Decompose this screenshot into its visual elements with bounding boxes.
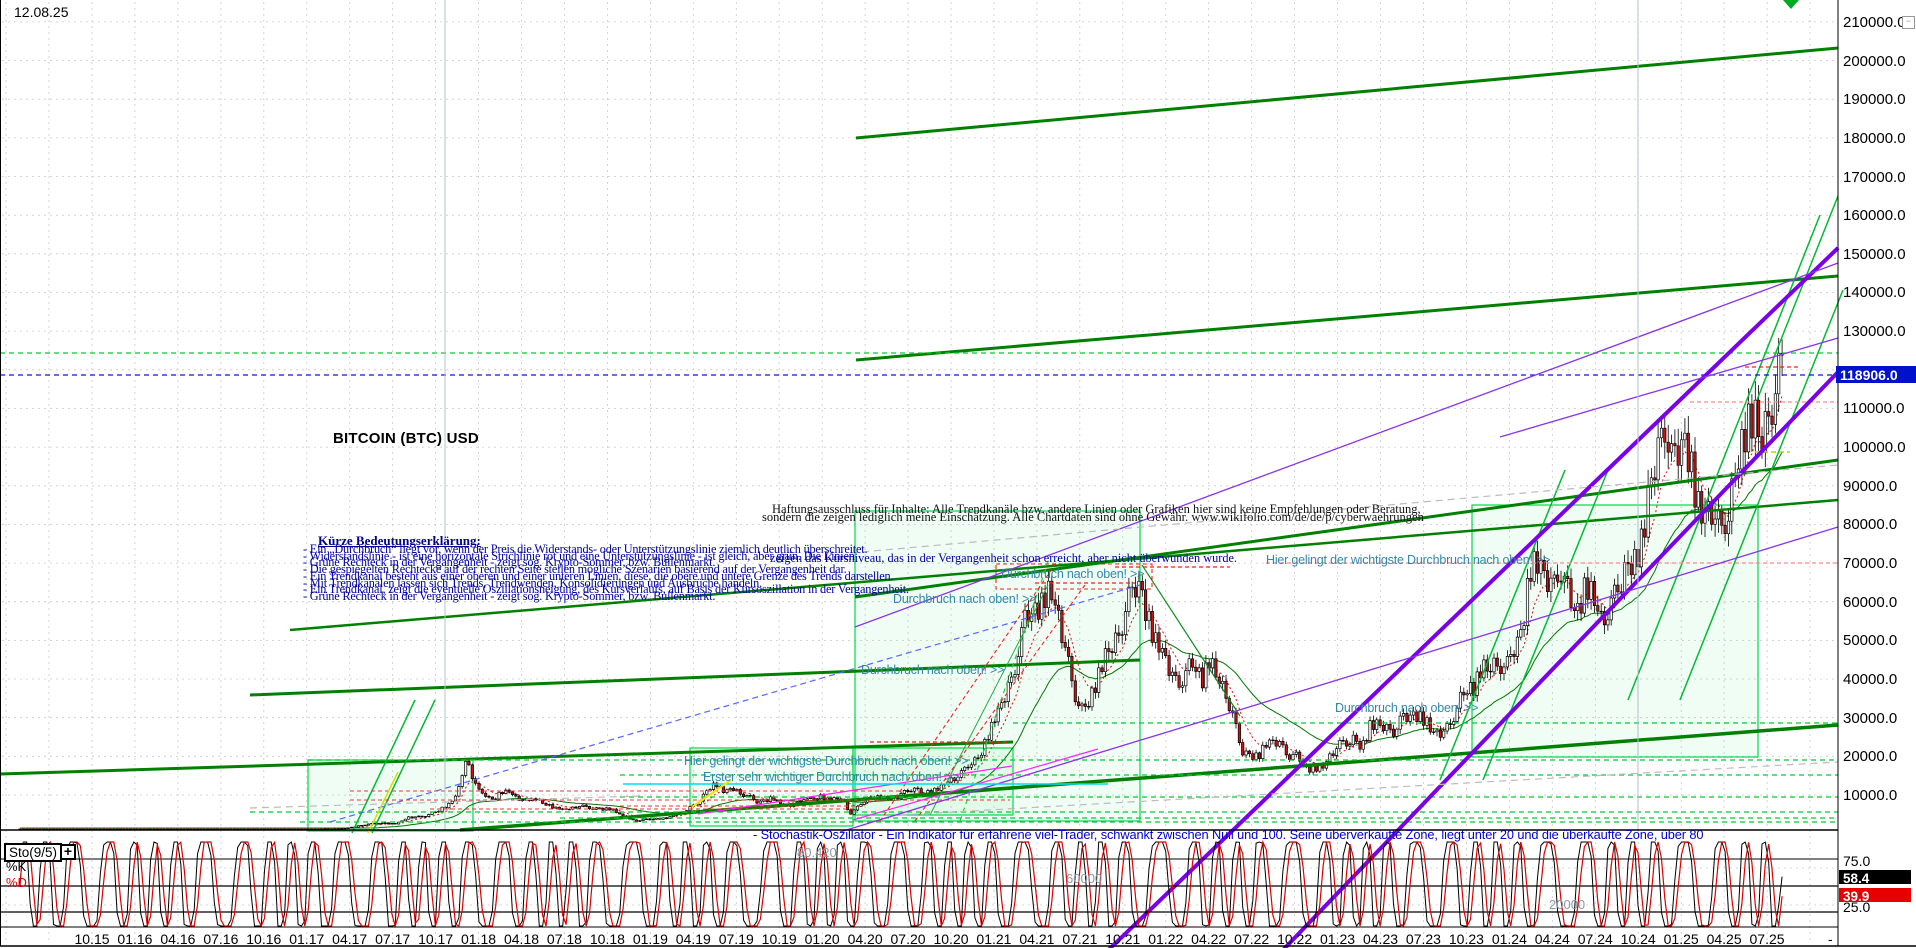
price-tick-label: 140000.0: [1843, 284, 1906, 302]
price-tick-label: 130000.0: [1843, 323, 1906, 341]
date-tick-label: 07.21: [1062, 931, 1098, 947]
price-tick-label: 30000.0: [1843, 709, 1898, 727]
date-tick-label: 10.22: [1277, 931, 1313, 947]
date-tick-label: 04.23: [1362, 931, 1399, 947]
trend-line: [855, 46, 1839, 140]
stochastic-k-line: [19, 840, 1783, 928]
krypto-sommer-box: [1471, 504, 1759, 758]
price-tick-label: 60000.0: [1843, 593, 1898, 611]
breakout-annotation: Durchbruch nach oben! >>: [861, 663, 1005, 677]
price-tick-label: 50000.0: [1843, 632, 1898, 650]
price-tick-label: 160000.0: [1843, 207, 1906, 225]
floating-text: 60000: [1066, 871, 1103, 886]
price-tick-label: 90000.0: [1843, 477, 1898, 495]
date-tick-label: 01.19: [632, 931, 668, 947]
price-tick-label: 40000.0: [1843, 671, 1898, 689]
date-tick-label: 07.17: [375, 931, 411, 947]
date-tick-label: 04.25: [1706, 931, 1742, 947]
green-marker-triangle: [1783, 0, 1799, 9]
date-tick-label: 10.19: [761, 931, 797, 947]
breakout-annotation: Hier gelingt der wichtigste Durchbruch n…: [684, 754, 969, 768]
explanation-line: - Grüne Rechteck in der Vergangenheit - …: [303, 588, 716, 603]
date-tick-label: 01.18: [461, 931, 497, 947]
price-tick-label: 20000.0: [1843, 748, 1898, 766]
chart-date-stamp: 12.08.25: [14, 4, 69, 20]
price-tick-label: 110000.0: [1843, 400, 1905, 418]
breakout-annotation: Durchbruch nach oben! >>: [1001, 567, 1145, 581]
price-tick-label: 170000.0: [1843, 168, 1906, 186]
add-indicator-icon[interactable]: +: [60, 844, 76, 860]
date-tick-label: 01.20: [804, 931, 840, 947]
date-tick-label: 07.18: [546, 931, 582, 947]
osc-upper-level-label: 75.0: [1843, 853, 1871, 869]
price-tick-label: 210000.0: [1843, 13, 1906, 31]
date-tick-label: 04.21: [1019, 931, 1055, 947]
date-tick-label: 10.18: [589, 931, 625, 947]
price-tick-label: 80000.0: [1843, 516, 1898, 534]
date-tick-label: 04.19: [675, 931, 711, 947]
osc-lower-level-label: 25.0: [1843, 899, 1871, 915]
price-tick-label: 180000.0: [1843, 129, 1906, 147]
oscillator-description: - Stochastik-Oszillator - Ein Indikator …: [753, 827, 1704, 842]
stochastic-d-label: %D: [6, 875, 27, 890]
date-tick-label: 04.20: [847, 931, 883, 947]
disclaimer-line: sondern die zeigen lediglich meine Einsc…: [762, 509, 1424, 524]
date-tick-label: 04.17: [332, 931, 368, 947]
breakout-annotation: Hier gelingt der wichtigste Durchbruch n…: [1266, 553, 1551, 567]
date-tick-label: 07.24: [1577, 931, 1613, 947]
date-tick-label: 01.24: [1491, 931, 1527, 947]
price-tick-label: 70000.0: [1843, 555, 1898, 573]
price-tick-label: 10000.0: [1843, 787, 1898, 804]
date-tick-label: 07.16: [203, 931, 239, 947]
date-tick-label: 04.24: [1534, 931, 1570, 947]
symbol-title: BITCOIN (BTC) USD: [333, 430, 479, 447]
breakout-annotation: Durchbruch nach oben! >>: [1335, 701, 1479, 715]
date-tick-label: 10.16: [246, 931, 282, 947]
chart-canvas[interactable]: [0, 0, 1916, 948]
breakout-annotation: Durchbruch nach oben! >>: [893, 592, 1037, 606]
date-tick-label: 01.21: [976, 931, 1012, 947]
date-tick-label: 01.17: [289, 931, 325, 947]
date-tick-label: 04.16: [160, 931, 196, 947]
price-tick-label: 190000.0: [1843, 91, 1906, 109]
price-tick-label: 150000.0: [1843, 245, 1906, 263]
osc-k-value-badge: 58.4: [1839, 870, 1911, 886]
date-tick-label: 07.22: [1234, 931, 1270, 947]
date-tick-label: 07.20: [890, 931, 926, 947]
trend-line: [459, 723, 1839, 832]
date-tick-label: 01.25: [1663, 931, 1699, 947]
date-tick-label: 10.15: [74, 931, 110, 947]
floating-text: 20000: [1549, 897, 1586, 912]
stochastic-k-label: %K: [6, 859, 27, 874]
price-tick-label: 200000.0: [1843, 52, 1906, 70]
date-tick-label: 10.23: [1448, 931, 1484, 947]
date-tick-label: 07.23: [1405, 931, 1441, 947]
collapse-axis-icon[interactable]: −: [1902, 16, 1915, 29]
date-tick-label: 07.19: [718, 931, 754, 947]
current-price-badge: 118906.0: [1836, 366, 1916, 383]
date-tick-label: 04.18: [503, 931, 540, 947]
date-tick-label: 01.22: [1148, 931, 1184, 947]
date-tick-label: 07.25: [1749, 931, 1785, 947]
trend-line: [1679, 289, 1844, 701]
date-tick-label: 10.20: [933, 931, 969, 947]
date-tick-label: 04.22: [1191, 931, 1227, 947]
date-tick-label: 10.24: [1620, 931, 1656, 947]
date-tick-label: 01.16: [117, 931, 153, 947]
breakout-annotation: Erster sehr wichtiger Durchbruch nach ob…: [703, 770, 960, 784]
date-tick-label: 10.17: [418, 931, 454, 947]
date-axis-end-label: -: [1828, 931, 1833, 947]
floating-text: zeigen das Kursniveau, das in der Vergan…: [770, 551, 1238, 565]
date-tick-label: 01.23: [1320, 931, 1356, 947]
trading-chart-app: 12.08.25 BITCOIN (BTC) USD Kürze Bedeutu…: [0, 0, 1916, 948]
price-tick-label: 100000.0: [1843, 439, 1906, 457]
date-tick-label: 10.21: [1105, 931, 1141, 947]
floating-text: 80.420: [797, 845, 837, 860]
